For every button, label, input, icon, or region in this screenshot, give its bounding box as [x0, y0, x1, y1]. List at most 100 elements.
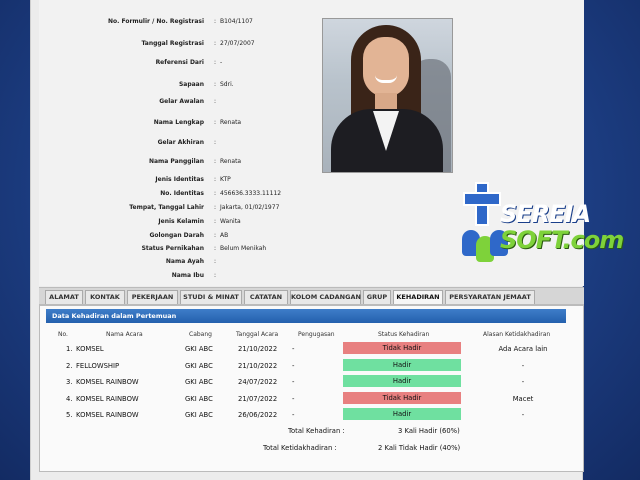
profile-field-separator: :: [214, 272, 217, 279]
sereiasoft-logo: SEREIA SOFT.com: [460, 180, 630, 270]
profile-field-separator: :: [214, 40, 217, 47]
tab-persyaratan-jemaat[interactable]: PERSYARATAN JEMAAT: [445, 290, 535, 304]
cell-tanggal: 26/06/2022: [238, 411, 278, 419]
attendance-title: Data Kehadiran dalam Pertemuan: [46, 309, 566, 323]
profile-field-separator: :: [214, 176, 217, 183]
cell-cabang: GKI ABC: [185, 395, 213, 403]
cell-cabang: GKI ABC: [185, 362, 213, 370]
profile-field-separator: :: [214, 218, 217, 225]
profile-field-label: Jenis Identitas: [155, 176, 204, 183]
total-attendance-value: 3 Kali Hadir (60%): [398, 427, 460, 435]
profile-field-row: No. Identitas:456636.3333.11112: [39, 190, 339, 202]
status-badge: Tidak Hadir: [343, 392, 461, 404]
profile-field-label: Nama Panggilan: [148, 158, 204, 165]
profile-field-label: Nama Lengkap: [153, 119, 204, 126]
profile-field-row: Gelar Awalan:: [39, 98, 339, 110]
logo-text-bottom: SOFT.com: [500, 226, 624, 254]
attendance-panel: Data Kehadiran dalam Pertemuan No. Nama A…: [39, 305, 584, 472]
profile-field-value: Renata: [220, 158, 242, 165]
total-attendance-label: Total Kehadiran :: [288, 427, 345, 435]
profile-field-row: Nama Ibu:: [39, 272, 339, 284]
profile-field-label: No. Formulir / No. Registrasi: [107, 18, 204, 25]
profile-field-value: B104/1107: [220, 18, 253, 25]
logo-text-top: SEREIA: [500, 200, 591, 228]
profile-field-separator: :: [214, 158, 217, 165]
profile-field-separator: :: [214, 119, 217, 126]
profile-field-separator: :: [214, 245, 217, 252]
profile-photo: [322, 18, 453, 173]
column-header: Alasan Ketidakhadiran: [483, 331, 551, 338]
profile-field-label: Golongan Darah: [149, 232, 204, 239]
profile-field-row: Tempat, Tanggal Lahir: Jakarta, 01/02/197…: [39, 204, 339, 216]
profile-field-label: Nama Ayah: [165, 258, 204, 265]
cell-alasan: -: [521, 378, 525, 386]
profile-field-label: Gelar Akhiran: [157, 139, 204, 146]
profile-field-row: Golongan Darah: AB: [39, 232, 339, 244]
status-badge: Hadir: [343, 359, 461, 371]
profile-field-label: Status Pernikahan: [141, 245, 204, 252]
status-badge: Hadir: [343, 408, 461, 420]
cell-pengugasan: -: [292, 395, 295, 403]
cell-acara: FELLOWSHIP: [76, 362, 120, 370]
column-header: Tanggal Acara: [236, 331, 279, 338]
profile-field-row: Referensi Dari: -: [39, 59, 339, 71]
cell-pengugasan: -: [292, 362, 295, 370]
column-header: Cabang: [189, 331, 212, 338]
profile-field-separator: :: [214, 232, 217, 239]
profile-field-label: Nama Ibu: [171, 272, 204, 279]
cell-alasan: Ada Acara lain: [498, 345, 548, 353]
column-header: Status Kehadiran: [378, 331, 430, 338]
cell-tanggal: 21/07/2022: [238, 395, 278, 403]
table-row: 1. KOMSEL GKI ABC 21/10/2022 - Ada Acara lain…: [40, 342, 585, 356]
cell-no: 1.: [66, 345, 73, 353]
tab-kehadiran[interactable]: KEHADIRAN: [393, 290, 443, 304]
column-header: Pengugasan: [298, 331, 335, 338]
profile-field-separator: :: [214, 98, 217, 105]
cell-alasan: -: [521, 411, 525, 419]
profile-field-label: Tempat, Tanggal Lahir: [129, 204, 204, 211]
profile-field-label: No. Identitas: [160, 190, 204, 197]
profile-field-row: Jenis Kelamin: Wanita: [39, 218, 339, 230]
profile-field-row: Gelar Akhiran:: [39, 139, 339, 151]
cell-cabang: GKI ABC: [185, 378, 213, 386]
profile-field-separator: :: [214, 204, 217, 211]
column-header: Nama Acara: [106, 331, 143, 338]
cell-cabang: GKI ABC: [185, 411, 213, 419]
cell-no: 3.: [66, 378, 73, 386]
status-badge: Tidak Hadir: [343, 342, 461, 354]
profile-field-label: Jenis Kelamin: [158, 218, 204, 225]
status-badge: Hadir: [343, 375, 461, 387]
profile-field-label: Referensi Dari: [155, 59, 204, 66]
tab-grup[interactable]: GRUP: [363, 290, 391, 304]
profile-field-row: Tanggal Registrasi:27/07/2007: [39, 40, 339, 52]
profile-field-row: Jenis Identitas: KTP: [39, 176, 339, 188]
profile-field-value: Belum Menikah: [220, 245, 267, 252]
profile-field-value: Jakarta, 01/02/1977: [220, 204, 280, 211]
cell-acara: KOMSEL RAINBOW: [76, 411, 139, 419]
tab-alamat[interactable]: ALAMAT: [45, 290, 83, 304]
cell-tanggal: 24/07/2022: [238, 378, 278, 386]
tab-pekerjaan[interactable]: PEKERJAAN: [127, 290, 178, 304]
profile-field-row: Sapaan: Sdri.: [39, 81, 339, 93]
tab-kolom-cadangan[interactable]: KOLOM CADANGAN: [290, 290, 361, 304]
profile-field-value: 27/07/2007: [220, 40, 255, 47]
cell-tanggal: 21/10/2022: [238, 362, 278, 370]
tab-studi-minat[interactable]: STUDI & MINAT: [180, 290, 242, 304]
profile-field-separator: :: [214, 190, 217, 197]
profile-field-separator: :: [214, 18, 217, 25]
profile-field-separator: :: [214, 59, 217, 66]
table-row: 2. FELLOWSHIP GKI ABC 21/10/2022 - - Hadir: [40, 359, 585, 373]
total-absence-value: 2 Kali Tidak Hadir (40%): [378, 444, 461, 452]
profile-field-separator: :: [214, 139, 217, 146]
profile-field-label: Tanggal Registrasi: [141, 40, 204, 47]
profile-field-value: AB: [220, 232, 229, 239]
profile-field-row: No. Formulir / No. Registrasi: B104/1107: [39, 18, 339, 30]
tab-kontak[interactable]: KONTAK: [85, 290, 125, 304]
profile-field-separator: :: [214, 81, 217, 88]
profile-field-value: KTP: [220, 176, 231, 183]
profile-field-row: Nama Lengkap: Renata: [39, 119, 339, 131]
cell-no: 4.: [66, 395, 73, 403]
cell-no: 2.: [66, 362, 73, 370]
tab-catatan[interactable]: CATATAN: [244, 290, 288, 304]
cell-acara: KOMSEL: [76, 345, 104, 353]
